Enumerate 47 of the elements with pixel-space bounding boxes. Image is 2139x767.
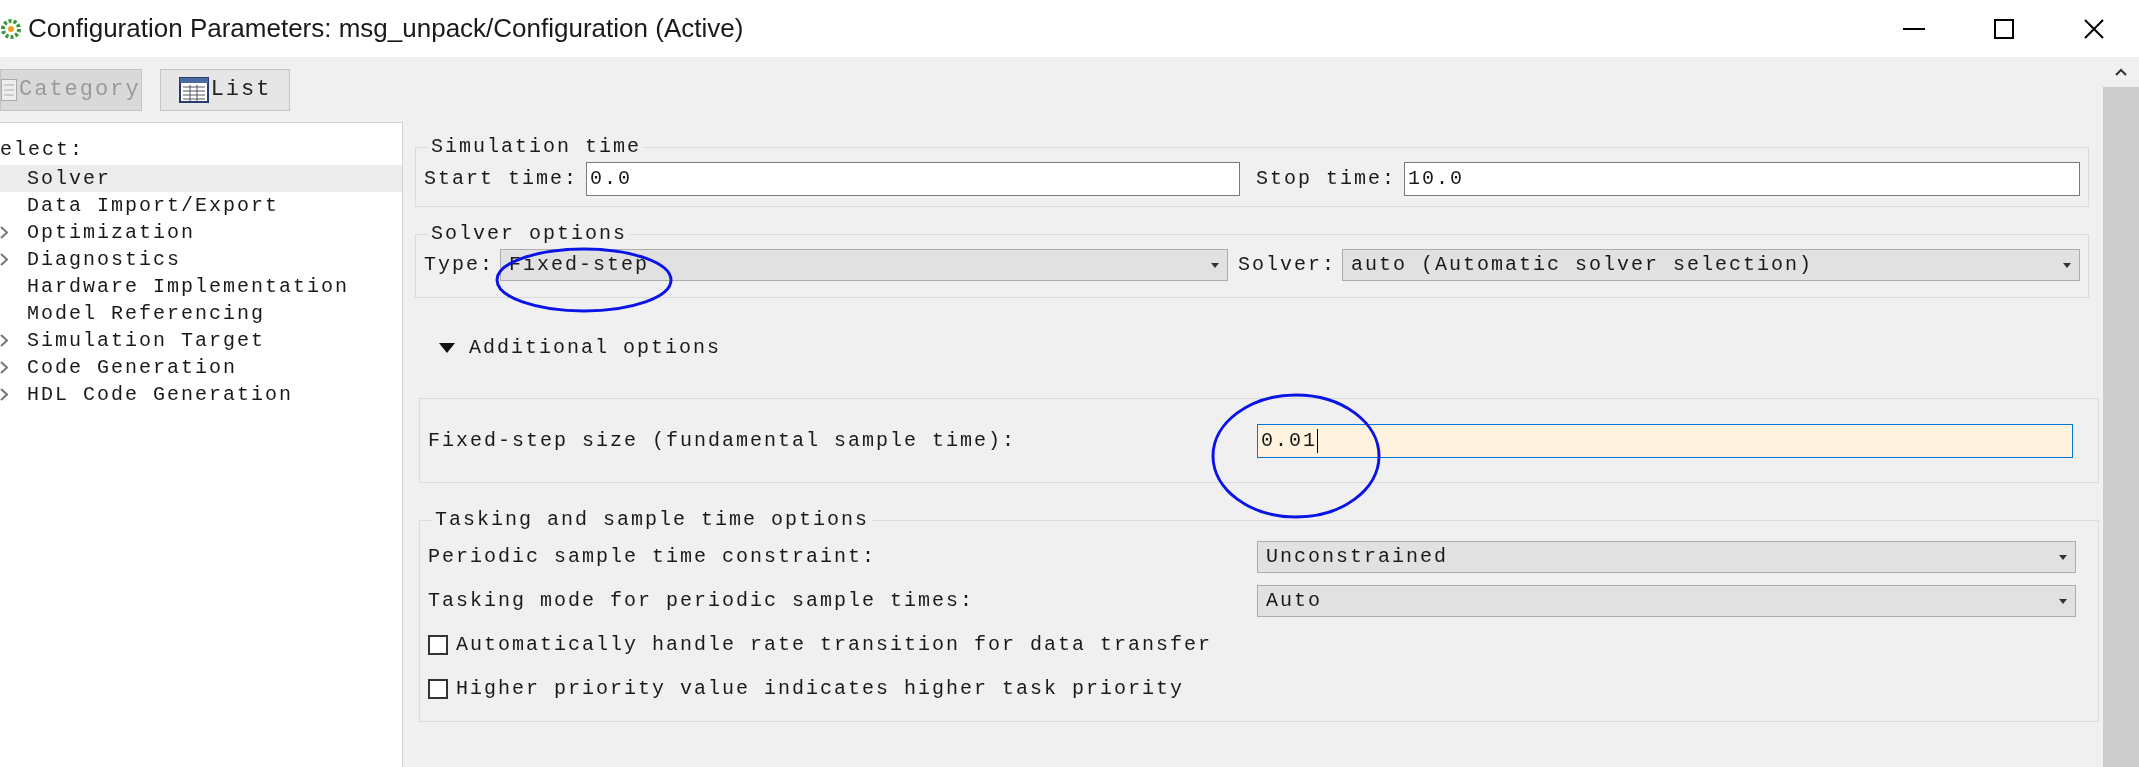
tree-item[interactable]: Hardware Implementation <box>0 273 402 300</box>
field-label: Start time: <box>424 166 579 192</box>
group-title: Solver options <box>430 221 629 247</box>
scrollbar[interactable] <box>2103 57 2139 767</box>
table-icon <box>178 76 209 103</box>
chevron-up-icon <box>2115 68 2127 76</box>
tree-item[interactable]: Data Import/Export <box>0 192 402 219</box>
caret-icon <box>1211 262 1219 268</box>
tree-item[interactable]: Diagnostics <box>0 246 402 273</box>
field-label: Periodic sample time constraint: <box>428 544 878 570</box>
option-dropdown[interactable]: Unconstrained <box>1257 541 2076 573</box>
group-title: Simulation time <box>430 134 643 160</box>
stop-time-field[interactable]: 10.0 <box>1404 162 2080 196</box>
field-label: Stop time: <box>1256 166 1397 192</box>
tree-item[interactable]: Code Generation <box>0 354 402 381</box>
scroll-up-button[interactable] <box>2103 57 2139 87</box>
step-size-field[interactable]: 0.01 <box>1257 423 2073 458</box>
checkbox-label: Automatically handle rate transition for data transfer <box>456 632 1213 658</box>
field-label: Solver: <box>1238 252 1337 278</box>
tree-item[interactable]: HDL Code Generation <box>0 381 402 408</box>
start-time-field[interactable]: 0.0 <box>586 162 1241 196</box>
option-dropdown[interactable]: Auto <box>1257 585 2076 617</box>
checkbox[interactable] <box>428 635 448 655</box>
solver-dropdown[interactable]: auto (Automatic solver selection) <box>1342 249 2080 281</box>
tree-item[interactable]: Model Referencing <box>0 300 402 327</box>
tree-item[interactable]: Optimization <box>0 219 402 246</box>
additional-options-toggle[interactable]: Additional options <box>415 298 722 398</box>
tree-heading: elect: <box>0 137 84 163</box>
close-icon <box>2084 18 2104 39</box>
window-title: Configuration Parameters: msg_unpack/Configuration (Active) <box>28 12 744 45</box>
tree-item[interactable]: Solver <box>0 165 402 192</box>
caret-icon <box>2063 262 2071 268</box>
checkbox[interactable] <box>428 679 448 699</box>
view-toggle-button[interactable]: List <box>159 68 291 111</box>
group-title: Tasking and sample time options <box>434 507 871 533</box>
field-label: Fixed-step size (fundamental sample time): <box>428 427 1018 454</box>
caret-icon <box>2059 554 2067 560</box>
minimize-icon <box>1903 27 1925 30</box>
checkbox-label: Higher priority value indicates higher task priority <box>456 676 1185 702</box>
type-dropdown[interactable]: Fixed-step <box>500 249 1228 281</box>
tree-item[interactable]: Simulation Target <box>0 327 402 354</box>
list-icon <box>1 78 17 101</box>
caret-icon <box>2059 598 2067 604</box>
maximize-icon <box>1994 18 2014 39</box>
triangle-icon <box>439 343 455 353</box>
field-label: Type: <box>424 252 494 278</box>
field-label: Tasking mode for periodic sample times: <box>428 588 976 614</box>
